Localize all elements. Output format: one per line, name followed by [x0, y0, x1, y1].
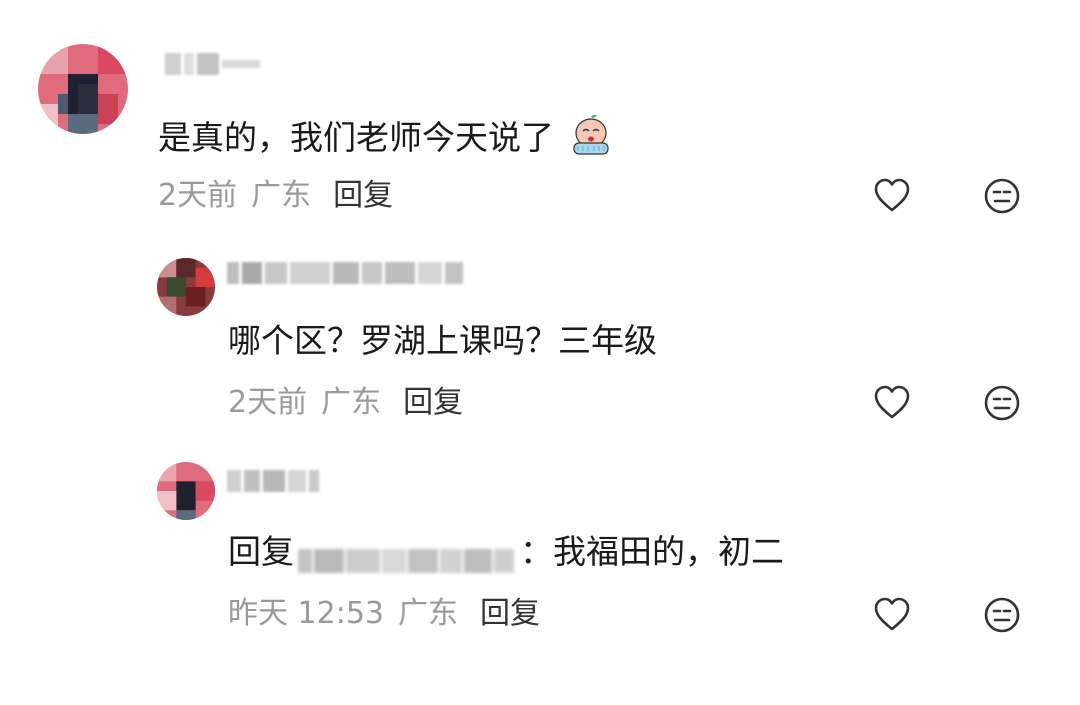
comment-time: 昨天 12:53 — [228, 596, 384, 631]
comment-meta: 2天前 广东 回复 — [228, 385, 463, 421]
comment-meta: 2天前 广东 回复 — [158, 178, 393, 214]
heart-icon[interactable] — [872, 595, 912, 635]
comment-text: 哪个区？罗湖上课吗？三年级 — [228, 321, 657, 360]
comment-meta: 昨天 12:53 广东 回复 — [228, 596, 540, 632]
neutral-face-icon[interactable] — [982, 595, 1022, 635]
heart-icon[interactable] — [872, 383, 912, 423]
avatar[interactable] — [157, 462, 215, 520]
username-blurred[interactable] — [165, 53, 263, 83]
avatar-image — [38, 44, 128, 134]
comment-time: 2天前 — [228, 385, 308, 420]
neutral-face-icon[interactable] — [982, 176, 1022, 216]
avatar-image — [157, 462, 215, 520]
comment-location: 广东 — [398, 596, 458, 631]
username-blurred[interactable] — [227, 470, 322, 500]
reply-button[interactable]: 回复 — [333, 178, 393, 213]
avatar[interactable] — [157, 258, 215, 316]
avatar[interactable] — [38, 44, 128, 134]
neutral-face-icon[interactable] — [982, 383, 1022, 423]
avatar-image — [157, 258, 215, 316]
reply-prefix: 回复 — [228, 532, 294, 571]
reply-button[interactable]: 回复 — [403, 385, 463, 420]
comment-text: 是真的，我们老师今天说了 — [158, 113, 613, 166]
mention-blurred[interactable] — [298, 540, 516, 573]
username-blurred[interactable] — [227, 262, 466, 292]
comment-location: 广东 — [251, 178, 312, 213]
heart-icon[interactable] — [872, 176, 912, 216]
comment-time: 2天前 — [158, 178, 238, 213]
reply-button[interactable]: 回复 — [480, 596, 540, 631]
crying-peach-emoji-icon — [569, 113, 613, 166]
comment-text: 回复 ：我福田的，初二 — [228, 532, 784, 573]
comment-location: 广东 — [321, 385, 382, 420]
